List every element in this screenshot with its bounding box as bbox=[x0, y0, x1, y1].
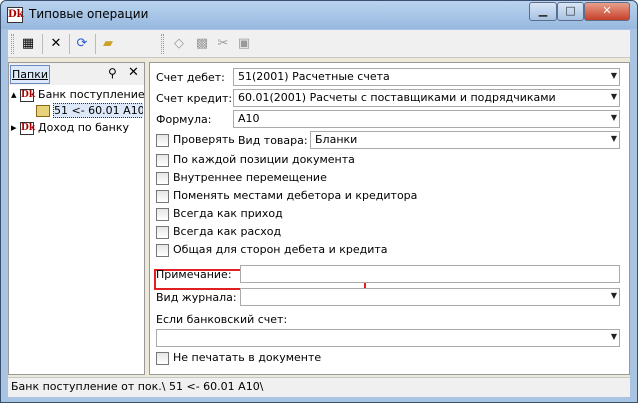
chevron-down-icon: ▼ bbox=[610, 291, 617, 300]
checkbox-box[interactable] bbox=[156, 351, 169, 365]
checkbox-label: Всегда как приход bbox=[173, 207, 283, 220]
tree-item-selected[interactable]: 51 <- 60.01 А10 bbox=[36, 103, 143, 119]
tree-panel: Папки ⚲ ✕ ▴ Dk Банк поступление о 51 <- 6… bbox=[8, 62, 145, 375]
status-bar: Банк поступление от пок.\ 51 <- 60.01 А1… bbox=[8, 377, 630, 397]
cut-icon[interactable]: ✂ bbox=[213, 34, 233, 54]
note-label: Примечание: bbox=[156, 268, 232, 281]
tree-item-label: Банк поступление о bbox=[38, 88, 144, 101]
goods-type-select[interactable]: Бланки ▼ bbox=[310, 131, 620, 149]
close-button[interactable]: ✕ bbox=[584, 2, 630, 21]
checkbox-box[interactable] bbox=[156, 189, 169, 203]
checkbox-label: Не печатать в документе bbox=[173, 351, 322, 364]
toolbar-grip[interactable] bbox=[11, 34, 14, 54]
operation-icon bbox=[36, 105, 50, 117]
tree-item[interactable]: ▸ Dk Доход по банку bbox=[11, 120, 144, 136]
app-icon: Dk bbox=[7, 7, 24, 23]
copy-icon[interactable]: ▣ bbox=[234, 34, 254, 54]
expand-icon[interactable]: ▴ bbox=[11, 88, 17, 101]
bank-label: Если банковский счет: bbox=[156, 313, 288, 326]
checkbox-label: Поменять местами дебетора и кредитора bbox=[173, 189, 418, 202]
option-checkbox[interactable]: Внутреннее перемещение bbox=[156, 171, 327, 187]
title-bar[interactable]: Dk Типовые операции ▁ □ ✕ bbox=[1, 1, 637, 29]
close-panel-icon[interactable]: ✕ bbox=[128, 65, 139, 80]
checkbox-label: Всегда как расход bbox=[173, 225, 282, 238]
document-icon: Dk bbox=[20, 88, 36, 102]
tree-panel-header: Папки ⚲ ✕ bbox=[9, 63, 144, 85]
properties-panel: Счет дебет: 51(2001) Расчетные счета ▼ С… bbox=[149, 62, 630, 375]
check-checkbox[interactable]: Проверять bbox=[156, 133, 235, 149]
eraser-icon[interactable]: ◇ bbox=[169, 34, 189, 54]
tab-folders[interactable]: Папки bbox=[10, 65, 50, 84]
toolbar: ▦ ✕ ⟳ ▰ ◇ ▩ ✂ ▣ bbox=[8, 30, 630, 58]
debit-value: 51(2001) Расчетные счета bbox=[238, 70, 390, 83]
toolbar-separator bbox=[42, 34, 43, 54]
delete-icon[interactable]: ✕ bbox=[46, 34, 66, 54]
toolbar-separator bbox=[69, 34, 70, 54]
toolbar-grip[interactable] bbox=[161, 34, 164, 54]
client-area: ▦ ✕ ⟳ ▰ ◇ ▩ ✂ ▣ Папки ⚲ ✕ ▴ Dk Банк посту… bbox=[8, 30, 630, 397]
chevron-down-icon: ▼ bbox=[610, 113, 617, 122]
journal-label: Вид журнала: bbox=[156, 291, 237, 304]
checkbox-box[interactable] bbox=[156, 133, 169, 147]
credit-value: 60.01(2001) Расчеты с поставщиками и под… bbox=[238, 91, 556, 104]
chevron-down-icon: ▼ bbox=[610, 332, 617, 341]
collapse-icon[interactable]: ▸ bbox=[11, 121, 17, 134]
checkbox-box[interactable] bbox=[156, 171, 169, 185]
no-print-checkbox[interactable]: Не печатать в документе bbox=[156, 351, 321, 367]
toolbar-separator bbox=[95, 34, 96, 54]
chevron-down-icon: ▼ bbox=[610, 92, 617, 101]
option-checkbox[interactable]: Всегда как расход bbox=[156, 225, 281, 241]
checkbox-label: Общая для сторон дебета и кредита bbox=[173, 243, 388, 256]
folder-icon[interactable]: ▰ bbox=[98, 34, 118, 54]
common-debit-credit-checkbox[interactable]: Общая для сторон дебета и кредита bbox=[156, 243, 388, 259]
checkbox-box[interactable] bbox=[156, 207, 169, 221]
checkbox-label: Внутреннее перемещение bbox=[173, 171, 327, 184]
refresh-icon[interactable]: ⟳ bbox=[72, 34, 92, 54]
goods-type-value: Бланки bbox=[315, 133, 358, 146]
add-item-icon[interactable]: ▦ bbox=[18, 34, 38, 54]
checkbox-box[interactable] bbox=[156, 225, 169, 239]
chevron-down-icon: ▼ bbox=[610, 134, 617, 143]
minimize-button[interactable]: ▁ bbox=[529, 2, 557, 21]
binoculars-icon[interactable]: ⚲ bbox=[108, 66, 117, 80]
journal-select[interactable]: ▼ bbox=[240, 288, 620, 306]
document-icon: Dk bbox=[20, 121, 36, 135]
checkbox-box[interactable] bbox=[156, 243, 169, 257]
credit-label: Счет кредит: bbox=[156, 92, 233, 105]
checkbox-label: По каждой позиции документа bbox=[173, 153, 355, 166]
option-checkbox[interactable]: По каждой позиции документа bbox=[156, 153, 355, 169]
tree-item-label: 51 <- 60.01 А10 bbox=[53, 103, 143, 118]
formula-label: Формула: bbox=[156, 113, 212, 126]
tree-item[interactable]: ▴ Dk Банк поступление о bbox=[11, 87, 144, 103]
tree-item-label: Доход по банку bbox=[38, 121, 129, 134]
debit-label: Счет дебет: bbox=[156, 71, 225, 84]
credit-select[interactable]: 60.01(2001) Расчеты с поставщиками и под… bbox=[233, 89, 620, 107]
goods-type-label: Вид товара: bbox=[238, 134, 308, 147]
move-icon[interactable]: ▩ bbox=[192, 34, 212, 54]
formula-value: А10 bbox=[238, 112, 260, 125]
note-input[interactable] bbox=[240, 265, 620, 283]
option-checkbox[interactable]: Всегда как приход bbox=[156, 207, 283, 223]
checkbox-box[interactable] bbox=[156, 153, 169, 167]
main-window: Dk Типовые операции ▁ □ ✕ ▦ ✕ ⟳ ▰ ◇ ▩ ✂ … bbox=[0, 0, 638, 403]
window-title: Типовые операции bbox=[29, 7, 149, 21]
formula-select[interactable]: А10 ▼ bbox=[233, 110, 620, 128]
maximize-button[interactable]: □ bbox=[557, 2, 584, 21]
checkbox-label: Проверять bbox=[173, 133, 235, 146]
debit-select[interactable]: 51(2001) Расчетные счета ▼ bbox=[233, 68, 620, 86]
option-checkbox[interactable]: Поменять местами дебетора и кредитора bbox=[156, 189, 417, 205]
chevron-down-icon: ▼ bbox=[610, 71, 617, 80]
bank-select[interactable]: ▼ bbox=[156, 329, 620, 347]
